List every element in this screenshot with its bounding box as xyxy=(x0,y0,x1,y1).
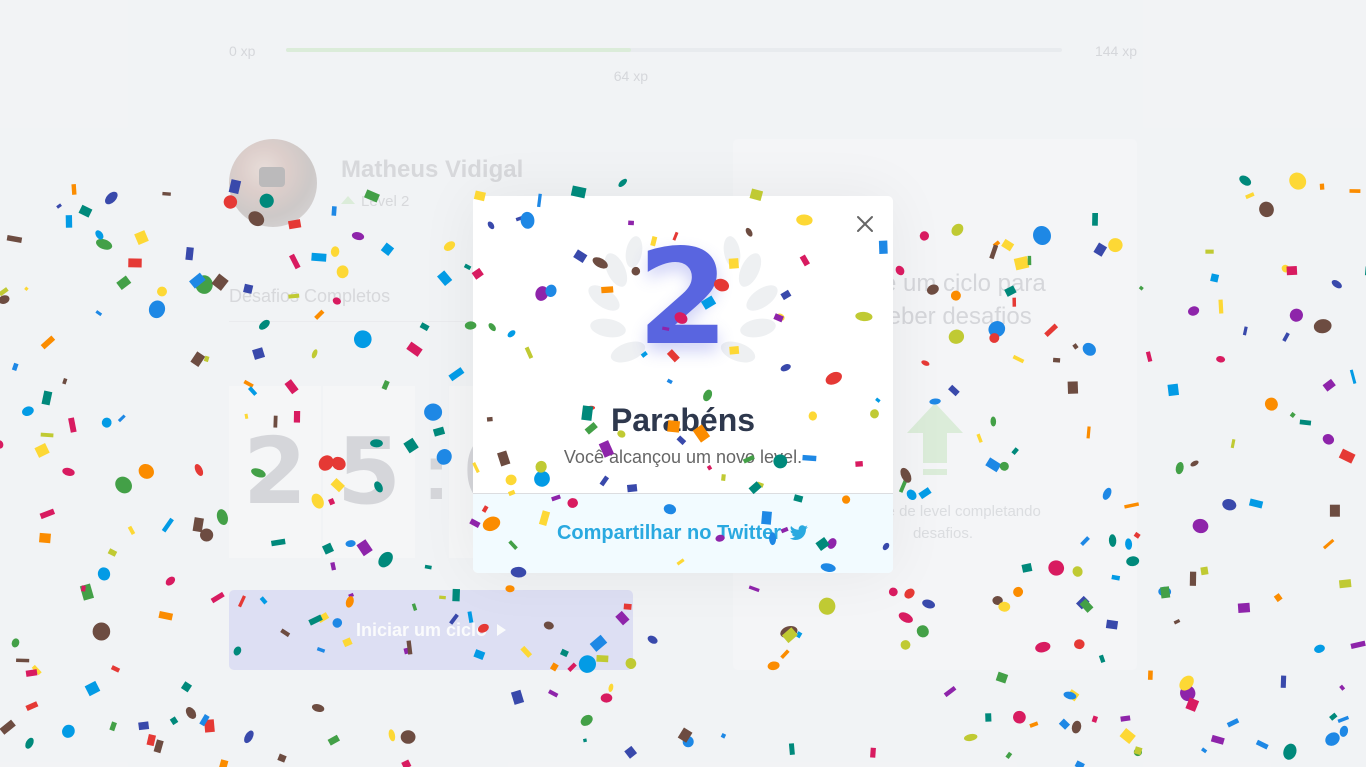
level-number: 2 xyxy=(637,221,729,375)
modal-title: Parabéns xyxy=(610,402,756,438)
share-twitter-label: Compartilhar no Twitter xyxy=(556,522,782,544)
share-twitter-button[interactable]: Compartilhar no Twitter xyxy=(473,493,893,573)
page: 0 xp 64 xp 144 xp Matheus Vidigal Level … xyxy=(0,0,1366,767)
level-up-modal: 2 Parabéns Você alcançou um novo level. … xyxy=(473,196,893,573)
modal-subtitle: Você alcançou um novo level. xyxy=(563,447,803,467)
close-icon[interactable] xyxy=(855,214,875,234)
twitter-icon xyxy=(789,525,808,540)
